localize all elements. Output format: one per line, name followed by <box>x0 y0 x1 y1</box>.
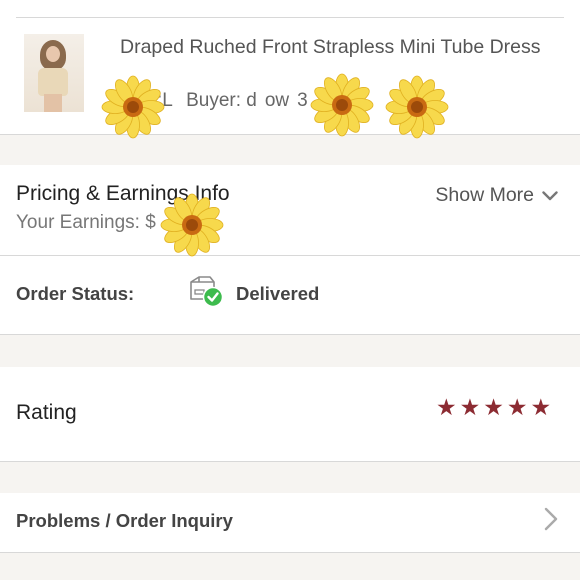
flower-sticker-icon <box>310 73 374 137</box>
star-icon: ★ <box>436 394 457 420</box>
order-status-label: Order Status: <box>16 283 135 304</box>
section-gap <box>0 135 580 165</box>
star-icon: ★ <box>506 394 528 420</box>
chevron-down-icon <box>542 190 558 200</box>
buyer-label: Buyer: d <box>186 90 257 111</box>
earnings-label: Your Earnings: $ <box>16 212 156 233</box>
order-status-value: Delivered <box>236 283 320 304</box>
chevron-right-icon[interactable] <box>544 507 558 531</box>
section-gap <box>0 553 580 580</box>
star-icon: ★ <box>483 394 504 420</box>
flower-sticker-icon <box>385 75 449 139</box>
rating-label: Rating <box>16 401 77 424</box>
section-gap <box>0 335 580 367</box>
show-more-button[interactable]: Show More <box>435 184 558 207</box>
rating-stars: ★ ★ ★ ★ ★ <box>436 396 551 419</box>
product-title[interactable]: Draped Ruched Front Strapless Mini Tube … <box>120 33 550 61</box>
product-thumbnail[interactable] <box>24 34 84 112</box>
box-check-icon <box>190 276 224 308</box>
show-more-label: Show More <box>435 184 534 206</box>
divider <box>0 255 580 256</box>
buyer-end: 3 <box>297 90 308 111</box>
star-icon: ★ <box>530 394 552 420</box>
star-icon: ★ <box>459 394 481 420</box>
buyer-tail: ow <box>264 90 290 111</box>
order-inquiry-label[interactable]: Problems / Order Inquiry <box>16 510 233 532</box>
flower-sticker-icon <box>160 193 224 257</box>
section-gap <box>0 462 580 493</box>
flower-sticker-icon <box>101 75 165 139</box>
